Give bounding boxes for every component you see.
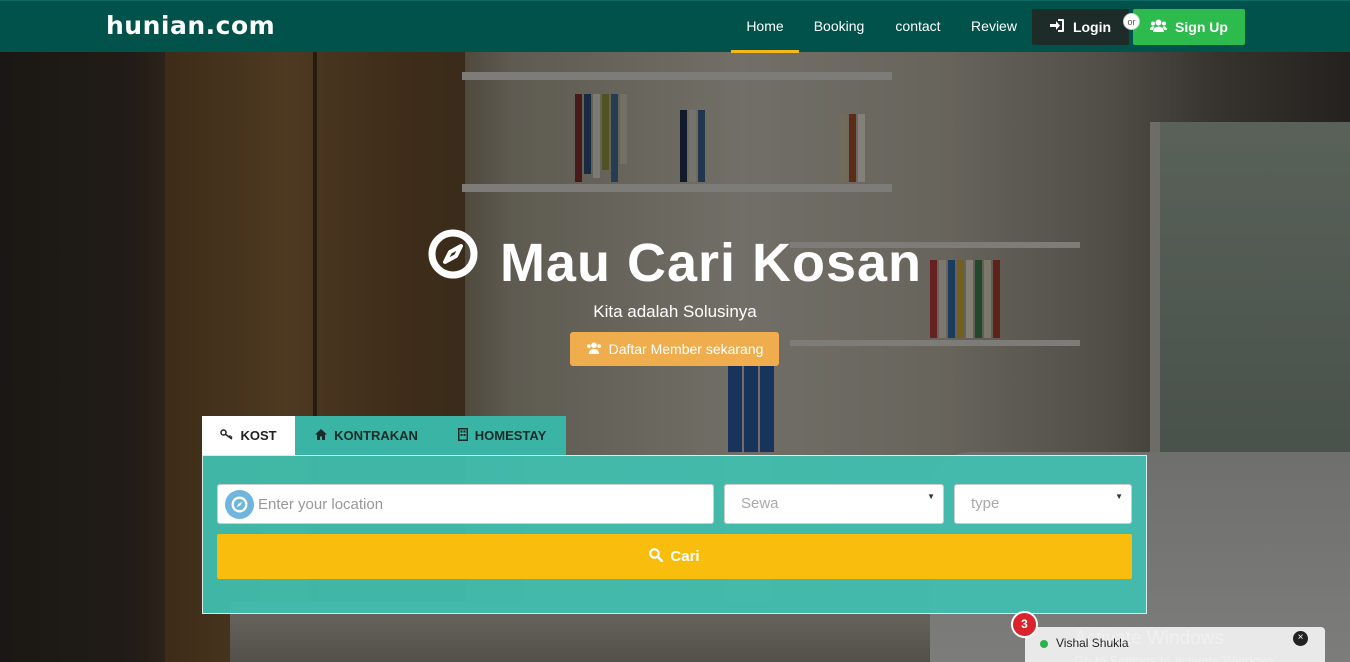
caret-down-icon: ▼ (927, 492, 935, 501)
login-button[interactable]: Login (1032, 9, 1129, 45)
key-icon (220, 428, 233, 443)
building-icon (457, 427, 468, 444)
users-icon (1150, 19, 1168, 35)
nav-link-home[interactable]: Home (731, 1, 799, 53)
register-member-label: Daftar Member sekarang (608, 341, 764, 357)
or-separator: or (1123, 13, 1140, 30)
compass-icon (428, 229, 478, 292)
nav-link-booking[interactable]: Booking (806, 1, 872, 53)
sewa-select-value: Sewa (741, 495, 779, 512)
home-icon (315, 428, 328, 443)
close-icon[interactable]: × (1293, 631, 1308, 646)
chat-contact-name: Vishal Shukla (1056, 636, 1129, 650)
search-button[interactable]: Cari (217, 534, 1132, 579)
type-select[interactable]: type ▼ (954, 484, 1132, 524)
sewa-select[interactable]: Sewa ▼ (724, 484, 944, 524)
hero-title: Mau Cari Kosan (0, 229, 1350, 298)
tab-homestay-label: HOMESTAY (474, 428, 547, 443)
tab-kontrakan[interactable]: KONTRAKAN (295, 416, 438, 455)
sign-in-icon (1049, 19, 1064, 35)
compass-icon (225, 490, 254, 519)
tab-kontrakan-label: KONTRAKAN (334, 428, 418, 443)
search-icon (649, 547, 664, 566)
tab-homestay[interactable]: HOMESTAY (438, 416, 566, 455)
nav-link-review[interactable]: Review (963, 1, 1025, 53)
location-field[interactable] (217, 484, 714, 524)
tab-kost-label: KOST (240, 428, 277, 443)
type-select-value: type (971, 495, 1000, 512)
online-status-dot (1040, 640, 1048, 648)
search-button-label: Cari (670, 548, 700, 565)
caret-down-icon: ▼ (1115, 492, 1123, 501)
login-label: Login (1072, 19, 1112, 35)
location-input[interactable] (258, 485, 708, 523)
users-icon (586, 341, 602, 357)
hero-title-text: Mau Cari Kosan (499, 233, 923, 293)
signup-label: Sign Up (1175, 19, 1228, 35)
chat-notification-badge: 3 (1011, 611, 1038, 638)
brand-logo[interactable]: hunian.com (106, 11, 275, 40)
hero-subtitle: Kita adalah Solusinya (593, 302, 757, 321)
nav-link-contact[interactable]: contact (886, 1, 950, 53)
tab-kost[interactable]: KOST (202, 416, 295, 455)
register-member-button[interactable]: Daftar Member sekarang (570, 332, 779, 366)
chat-widget[interactable]: 3 Vishal Shukla × (1011, 611, 1325, 662)
navbar: hunian.com Home Booking contact Review L… (0, 0, 1350, 53)
signup-button[interactable]: Sign Up (1133, 9, 1245, 45)
